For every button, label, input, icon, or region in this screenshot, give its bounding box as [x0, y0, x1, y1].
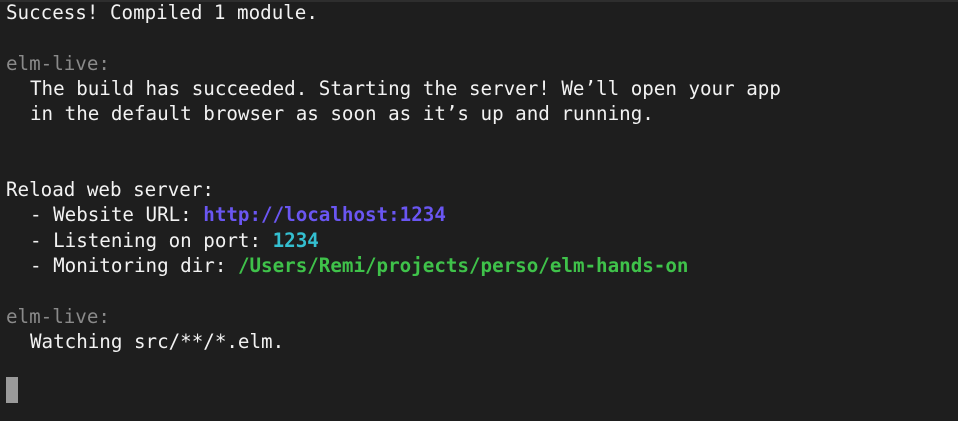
- website-url-label: - Website URL:: [30, 203, 204, 227]
- port-value: 1234: [272, 228, 319, 252]
- elm-live-tag: elm-live:: [6, 51, 110, 75]
- monitoring-dir-line: - Monitoring dir: /Users/Remi/projects/p…: [6, 253, 952, 278]
- monitoring-dir-path: /Users/Remi/projects/perso/elm-hands-on: [237, 253, 689, 277]
- reload-server-header: Reload web server:: [6, 178, 214, 202]
- elm-live-tag: elm-live:: [6, 304, 110, 328]
- terminal-output[interactable]: Success! Compiled 1 module. elm-live: Th…: [6, 0, 952, 354]
- listening-port-line: - Listening on port: 1234: [6, 228, 952, 253]
- open-browser-line: in the default browser as soon as it’s u…: [30, 102, 654, 126]
- listening-port-label: - Listening on port:: [30, 228, 273, 252]
- watching-files-line: Watching src/**/*.elm.: [30, 329, 285, 353]
- terminal-cursor: [6, 377, 18, 403]
- compile-success-line: Success! Compiled 1 module.: [6, 1, 318, 24]
- monitoring-dir-label: - Monitoring dir:: [30, 253, 238, 277]
- website-url-line: - Website URL: http://localhost:1234: [6, 202, 952, 227]
- website-url-link[interactable]: http://localhost:1234: [203, 203, 446, 226]
- build-succeeded-line: The build has succeeded. Starting the se…: [30, 76, 781, 100]
